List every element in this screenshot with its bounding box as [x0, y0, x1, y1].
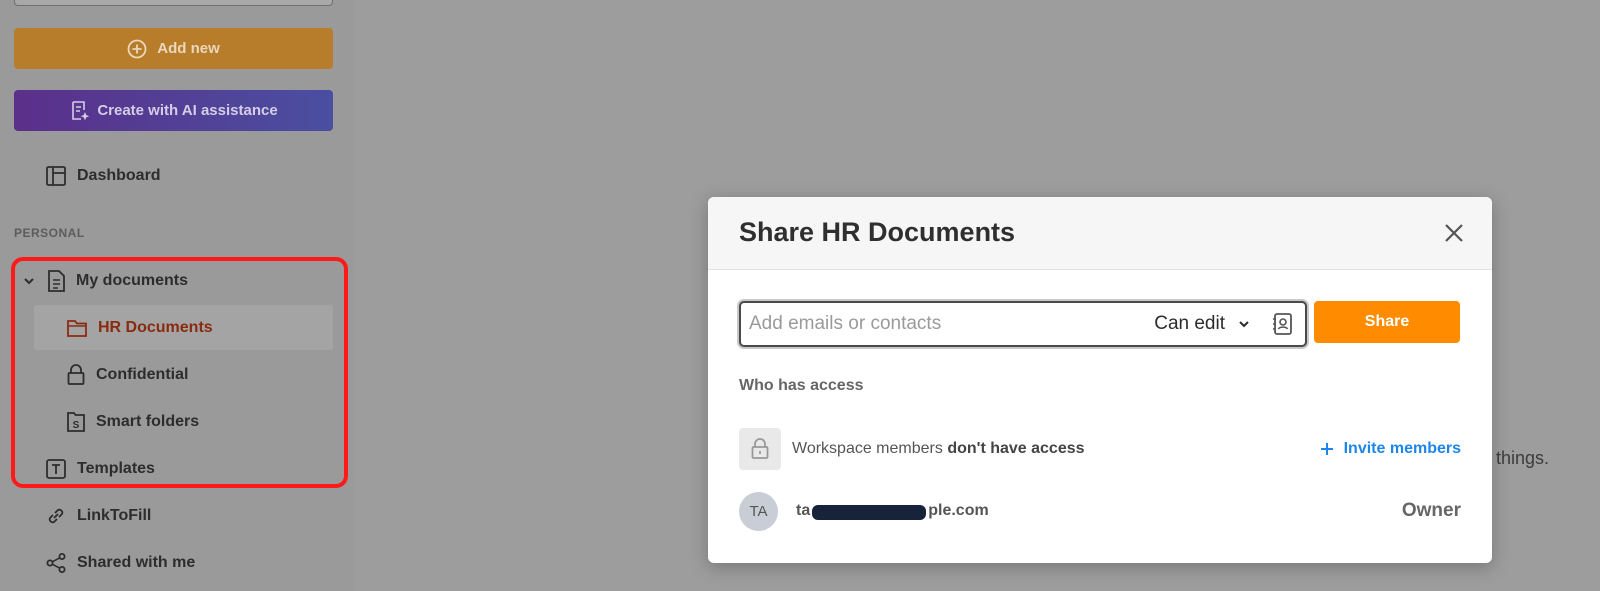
workspace-text: Workspace members — [792, 440, 948, 457]
share-icon — [46, 553, 66, 573]
permission-dropdown[interactable]: Can edit — [1154, 313, 1251, 335]
sidebar-item-label: LinkToFill — [77, 507, 152, 524]
dialog-title: Share HR Documents — [739, 217, 1016, 247]
background-text: things. — [1496, 448, 1550, 468]
email-input[interactable] — [741, 313, 1155, 335]
section-label-personal: PERSONAL — [14, 226, 85, 240]
who-has-access-label: Who has access — [739, 377, 864, 394]
chevron-down-icon — [1239, 321, 1249, 328]
contacts-icon[interactable] — [1271, 312, 1295, 336]
sidebar-item-linktofill[interactable]: LinkToFill — [45, 504, 151, 528]
link-icon — [48, 508, 64, 524]
add-new-label: Add new — [157, 40, 220, 57]
close-icon[interactable] — [1442, 221, 1466, 245]
ai-document-icon — [72, 100, 90, 120]
avatar: TA — [739, 491, 778, 531]
add-new-button[interactable]: Add new — [14, 28, 333, 69]
search-field[interactable] — [14, 0, 333, 6]
owner-row: TA ta ple.com Owner — [739, 491, 1461, 531]
dashboard-icon — [46, 166, 66, 186]
sidebar: Add new Create with AI assistance Dashbo… — [0, 0, 354, 591]
redaction-bar — [812, 505, 926, 520]
workspace-text-bold: don't have access — [947, 440, 1085, 457]
ai-label: Create with AI assistance — [97, 102, 278, 119]
plus-icon — [1320, 443, 1333, 455]
permission-value: Can edit — [1154, 313, 1225, 334]
invite-members-label: Invite members — [1343, 440, 1461, 457]
sidebar-item-dashboard[interactable]: Dashboard — [45, 164, 161, 188]
owner-role: Owner — [1401, 500, 1461, 521]
owner-email-suffix: ple.com — [928, 502, 989, 519]
invite-field-group: Can edit — [739, 301, 1307, 347]
sidebar-item-label: Dashboard — [77, 167, 161, 184]
plus-circle-icon — [127, 39, 147, 58]
lock-icon-container — [739, 428, 781, 470]
workspace-access-row: Workspace members don't have access Invi… — [739, 428, 1461, 470]
share-button[interactable]: Share — [1314, 301, 1460, 343]
owner-email: ta ple.com — [796, 502, 989, 520]
lock-icon — [751, 438, 769, 459]
owner-email-prefix: ta — [796, 502, 811, 519]
sidebar-item-shared-with-me[interactable]: Shared with me — [45, 551, 195, 575]
dialog-header: Share HR Documents — [708, 197, 1492, 270]
sidebar-item-label: Shared with me — [77, 554, 196, 571]
highlight-annotation — [11, 257, 348, 488]
workspace-access-text: Workspace members don't have access — [792, 440, 1085, 458]
share-dialog: Share HR Documents Can edit Share Who ha… — [708, 197, 1492, 563]
invite-members-link[interactable]: Invite members — [1320, 440, 1461, 458]
create-with-ai-button[interactable]: Create with AI assistance — [14, 90, 333, 131]
